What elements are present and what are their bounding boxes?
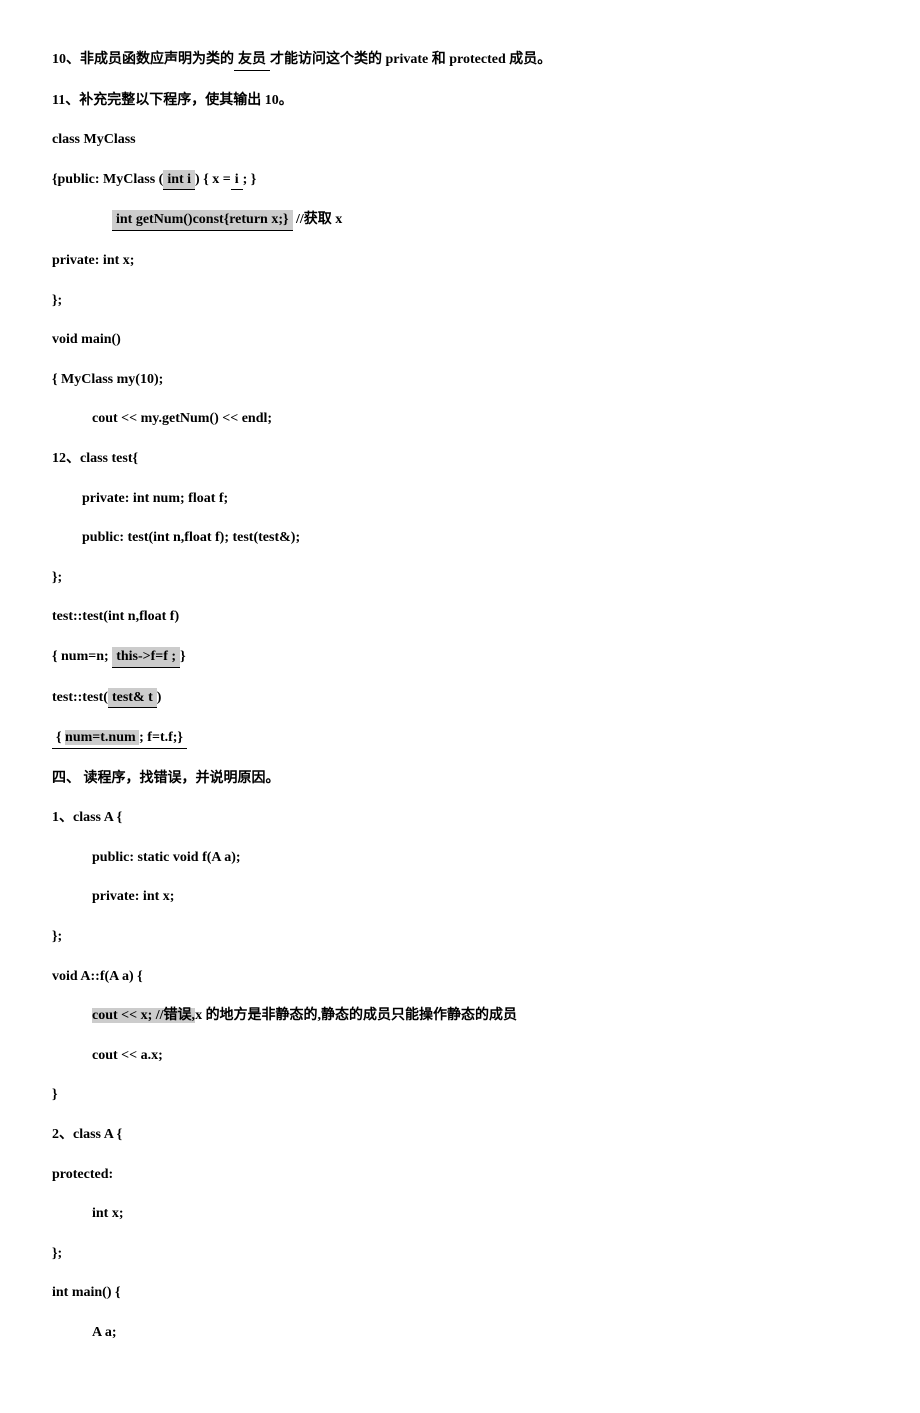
q11-l4: private: int x; [52,251,868,271]
q12-l2: private: int num; float f; [52,489,868,509]
q10-suffix: 才能访问这个类的 private 和 protected 成员。 [270,52,551,67]
q12-l7c: ) [157,690,162,705]
q12-l8a: { [56,730,65,745]
s4q1-l3: private: int x; [52,887,868,907]
s4q1-error-highlight: cout << x; //错误, [92,1008,195,1023]
q12-l1: 12、class test{ [52,449,868,469]
q11-l5: }; [52,291,868,311]
q11-l2c: ) { x = [195,172,231,187]
s4q1-l8: } [52,1085,868,1105]
q12-l7a: test::test( [52,690,108,705]
s4q2-l5: int main() { [52,1283,868,1303]
q11-l3b: //获取 x [293,212,343,227]
q11-title: 11、补充完整以下程序，使其输出 10。 [52,91,868,111]
s4q1-l4: }; [52,927,868,947]
s4q2-l4: }; [52,1244,868,1264]
q11-l2e: ; } [243,172,257,187]
q12-l3: public: test(int n,float f); test(test&)… [52,528,868,548]
s4q1-error-reason: x 的地方是非静态的,静态的成员只能操作静态的成员 [195,1008,517,1023]
q11-l8: cout << my.getNum() << endl; [52,409,868,429]
s4q2-l6: A a; [52,1323,868,1343]
q12-l8-lead: { num=t.num ; f=t.f;} [52,728,187,749]
q11-l2: {public: MyClass ( int i ) { x = i ; } [52,170,868,191]
s4q2-l1: 2、class A { [52,1125,868,1145]
s4q1-l2: public: static void f(A a); [52,848,868,868]
q11-l1: class MyClass [52,130,868,150]
q12-blank-copyparam: test& t [108,688,157,709]
q12-l4: }; [52,568,868,588]
q11-blank-param: int i [163,170,195,191]
q11-l7: { MyClass my(10); [52,370,868,390]
q12-l6c: } [180,649,186,664]
q12-blank-thisf: this->f=f ; [112,647,180,668]
sec4-title: 四、 读程序，找错误，并说明原因。 [52,769,868,789]
q10-prefix: 10、非成员函数应声明为类的 [52,52,234,67]
s4q1-l1: 1、class A { [52,808,868,828]
s4q2-l3: int x; [52,1204,868,1224]
q10-blank: 友员 [234,50,270,71]
question-10: 10、非成员函数应声明为类的 友员 才能访问这个类的 private 和 pro… [52,50,868,71]
q11-blank-assign: i [231,170,243,191]
q12-l6: { num=n; this->f=f ;} [52,647,868,668]
s4q2-l2: protected: [52,1165,868,1185]
q11-blank-getnum: int getNum()const{return x;} [112,210,293,231]
q12-l8: { num=t.num ; f=t.f;} [52,728,868,749]
q12-l5: test::test(int n,float f) [52,607,868,627]
q11-l3: int getNum()const{return x;} //获取 x [52,210,868,231]
q11-l6: void main() [52,330,868,350]
q11-l2a: {public: MyClass ( [52,172,163,187]
s4q1-l5: void A::f(A a) { [52,967,868,987]
q12-l7: test::test( test& t ) [52,688,868,709]
q12-l6a: { num=n; [52,649,112,664]
q12-blank-numassign: num=t.num [65,730,139,745]
s4q1-l6: cout << x; //错误,x 的地方是非静态的,静态的成员只能操作静态的成… [52,1006,868,1026]
s4q1-l7: cout << a.x; [52,1046,868,1066]
q12-l8c: ; f=t.f;} [139,730,183,745]
